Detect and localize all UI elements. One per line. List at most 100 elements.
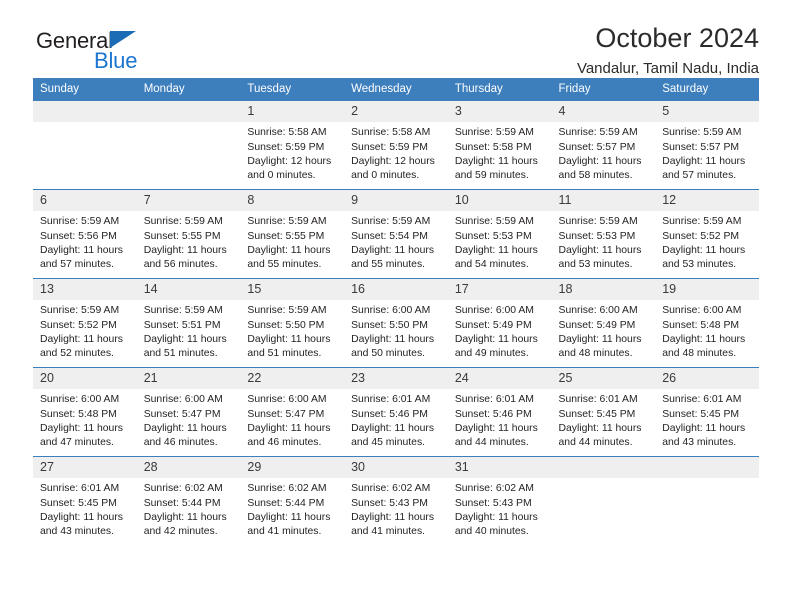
day-number: 4 [551, 101, 656, 123]
day-number: 1 [240, 101, 345, 123]
day-cell[interactable]: 20 Sunrise: 6:00 AM Sunset: 5:48 PM Dayl… [33, 367, 137, 457]
sunrise-text: Sunrise: 6:00 AM [40, 394, 120, 406]
day-info: Sunrise: 6:01 AM Sunset: 5:45 PM Dayligh… [33, 478, 137, 539]
sunset-text: Sunset: 5:43 PM [351, 497, 428, 509]
day-cell[interactable]: 26 Sunrise: 6:01 AM Sunset: 5:45 PM Dayl… [655, 367, 759, 457]
day-cell[interactable]: 5 Sunrise: 5:59 AM Sunset: 5:57 PM Dayli… [655, 101, 759, 190]
sunrise-text: Sunrise: 6:00 AM [558, 305, 638, 317]
day-cell[interactable] [655, 456, 759, 545]
day-info: Sunrise: 6:02 AM Sunset: 5:43 PM Dayligh… [344, 478, 448, 539]
day-cell[interactable]: 16 Sunrise: 6:00 AM Sunset: 5:50 PM Dayl… [344, 278, 448, 368]
day-number: 21 [136, 368, 241, 390]
day-number: 15 [240, 279, 345, 301]
day-cell[interactable]: 18 Sunrise: 6:00 AM Sunset: 5:49 PM Dayl… [551, 278, 656, 368]
day-cell[interactable]: 17 Sunrise: 6:00 AM Sunset: 5:49 PM Dayl… [447, 278, 552, 368]
logo-text-blue: Blue [94, 48, 138, 73]
daylight-text-line2: and 48 minutes. [558, 348, 633, 360]
day-cell[interactable]: 21 Sunrise: 6:00 AM Sunset: 5:47 PM Dayl… [136, 367, 241, 457]
sunrise-text: Sunrise: 5:59 AM [662, 216, 742, 228]
daylight-text-line2: and 42 minutes. [143, 526, 218, 538]
day-number: 18 [551, 279, 656, 301]
day-cell[interactable] [33, 101, 137, 190]
day-cell[interactable]: 12 Sunrise: 5:59 AM Sunset: 5:52 PM Dayl… [655, 189, 759, 279]
daylight-text-line1: Daylight: 11 hours [558, 244, 642, 256]
day-cell[interactable]: 11 Sunrise: 5:59 AM Sunset: 5:53 PM Dayl… [551, 189, 656, 279]
day-cell[interactable]: 7 Sunrise: 5:59 AM Sunset: 5:55 PM Dayli… [136, 189, 241, 279]
daylight-text-line2: and 45 minutes. [351, 437, 426, 449]
day-number [33, 101, 137, 122]
day-info: Sunrise: 5:59 AM Sunset: 5:51 PM Dayligh… [137, 300, 241, 361]
day-cell[interactable]: 24 Sunrise: 6:01 AM Sunset: 5:46 PM Dayl… [447, 367, 552, 457]
day-number: 3 [447, 101, 552, 123]
daylight-text-line1: Daylight: 11 hours [351, 422, 435, 434]
daylight-text-line2: and 50 minutes. [351, 348, 426, 360]
day-cell[interactable]: 3 Sunrise: 5:59 AM Sunset: 5:58 PM Dayli… [447, 101, 552, 190]
sunrise-text: Sunrise: 6:02 AM [143, 483, 223, 495]
day-cell[interactable]: 9 Sunrise: 5:59 AM Sunset: 5:54 PM Dayli… [344, 189, 448, 279]
calendar-body: 1 Sunrise: 5:58 AM Sunset: 5:59 PM Dayli… [33, 101, 759, 545]
daylight-text-line2: and 49 minutes. [454, 348, 529, 360]
sunrise-text: Sunrise: 5:59 AM [454, 127, 534, 139]
daylight-text-line1: Daylight: 11 hours [40, 422, 123, 434]
day-info: Sunrise: 6:00 AM Sunset: 5:49 PM Dayligh… [552, 300, 656, 361]
sunset-text: Sunset: 5:50 PM [351, 319, 428, 331]
daylight-text-line1: Daylight: 11 hours [454, 422, 538, 434]
day-cell[interactable]: 13 Sunrise: 5:59 AM Sunset: 5:52 PM Dayl… [33, 278, 137, 368]
day-cell[interactable]: 27 Sunrise: 6:01 AM Sunset: 5:45 PM Dayl… [33, 456, 137, 545]
weekday-header-wednesday: Wednesday [344, 78, 448, 101]
daylight-text-line2: and 0 minutes. [247, 170, 316, 182]
weekday-header-thursday: Thursday [447, 78, 552, 101]
sunset-text: Sunset: 5:55 PM [143, 230, 221, 242]
day-cell[interactable]: 30 Sunrise: 6:02 AM Sunset: 5:43 PM Dayl… [344, 456, 448, 545]
day-cell[interactable]: 22 Sunrise: 6:00 AM Sunset: 5:47 PM Dayl… [240, 367, 345, 457]
day-info: Sunrise: 6:00 AM Sunset: 5:47 PM Dayligh… [240, 389, 344, 450]
sunrise-text: Sunrise: 6:01 AM [662, 394, 742, 406]
week-row: 20 Sunrise: 6:00 AM Sunset: 5:48 PM Dayl… [33, 367, 759, 457]
day-number: 2 [344, 101, 448, 123]
sunrise-text: Sunrise: 5:59 AM [40, 305, 120, 317]
day-cell[interactable]: 15 Sunrise: 5:59 AM Sunset: 5:50 PM Dayl… [240, 278, 345, 368]
weekday-header-row: Sunday Monday Tuesday Wednesday Thursday… [33, 78, 759, 101]
day-info: Sunrise: 6:00 AM Sunset: 5:50 PM Dayligh… [344, 300, 448, 361]
day-cell[interactable]: 25 Sunrise: 6:01 AM Sunset: 5:45 PM Dayl… [551, 367, 656, 457]
sunrise-text: Sunrise: 5:59 AM [662, 127, 742, 139]
day-number: 26 [655, 368, 759, 390]
day-info: Sunrise: 5:59 AM Sunset: 5:52 PM Dayligh… [33, 300, 137, 361]
day-number: 5 [655, 101, 759, 123]
generalblue-logo[interactable]: General Blue [36, 28, 216, 76]
day-number: 7 [136, 190, 241, 212]
day-cell[interactable]: 28 Sunrise: 6:02 AM Sunset: 5:44 PM Dayl… [136, 456, 241, 545]
day-cell[interactable]: 6 Sunrise: 5:59 AM Sunset: 5:56 PM Dayli… [33, 189, 137, 279]
day-cell[interactable]: 4 Sunrise: 5:59 AM Sunset: 5:57 PM Dayli… [551, 101, 656, 190]
sunset-text: Sunset: 5:55 PM [247, 230, 325, 242]
day-cell[interactable] [551, 456, 656, 545]
day-cell[interactable]: 23 Sunrise: 6:01 AM Sunset: 5:46 PM Dayl… [344, 367, 448, 457]
day-cell[interactable]: 10 Sunrise: 5:59 AM Sunset: 5:53 PM Dayl… [447, 189, 552, 279]
day-cell[interactable]: 14 Sunrise: 5:59 AM Sunset: 5:51 PM Dayl… [136, 278, 241, 368]
daylight-text-line1: Daylight: 11 hours [662, 333, 746, 345]
sunrise-text: Sunrise: 5:59 AM [143, 305, 223, 317]
day-info: Sunrise: 5:59 AM Sunset: 5:52 PM Dayligh… [655, 211, 759, 272]
day-cell[interactable]: 31 Sunrise: 6:02 AM Sunset: 5:43 PM Dayl… [447, 456, 552, 545]
day-cell[interactable]: 1 Sunrise: 5:58 AM Sunset: 5:59 PM Dayli… [240, 101, 345, 190]
daylight-text-line1: Daylight: 12 hours [351, 155, 435, 167]
day-info: Sunrise: 6:01 AM Sunset: 5:45 PM Dayligh… [655, 389, 759, 450]
sunset-text: Sunset: 5:44 PM [143, 497, 221, 509]
weekday-header-saturday: Saturday [655, 78, 759, 101]
page-subtitle: Vandalur, Tamil Nadu, India [576, 60, 759, 78]
sunrise-text: Sunrise: 5:59 AM [558, 216, 638, 228]
day-cell[interactable]: 29 Sunrise: 6:02 AM Sunset: 5:44 PM Dayl… [240, 456, 345, 545]
daylight-text-line2: and 53 minutes. [558, 259, 633, 271]
daylight-text-line1: Daylight: 11 hours [247, 244, 331, 256]
day-cell[interactable]: 8 Sunrise: 5:59 AM Sunset: 5:55 PM Dayli… [240, 189, 345, 279]
day-cell[interactable]: 19 Sunrise: 6:00 AM Sunset: 5:48 PM Dayl… [655, 278, 759, 368]
daylight-text-line2: and 46 minutes. [247, 437, 322, 449]
day-info: Sunrise: 6:00 AM Sunset: 5:48 PM Dayligh… [655, 300, 759, 361]
day-info: Sunrise: 5:59 AM Sunset: 5:54 PM Dayligh… [344, 211, 448, 272]
day-cell[interactable] [136, 101, 241, 190]
daylight-text-line1: Daylight: 12 hours [247, 155, 332, 167]
day-number: 12 [655, 190, 759, 212]
sunrise-text: Sunrise: 5:59 AM [247, 216, 327, 228]
sunset-text: Sunset: 5:52 PM [40, 319, 117, 331]
day-cell[interactable]: 2 Sunrise: 5:58 AM Sunset: 5:59 PM Dayli… [344, 101, 448, 190]
